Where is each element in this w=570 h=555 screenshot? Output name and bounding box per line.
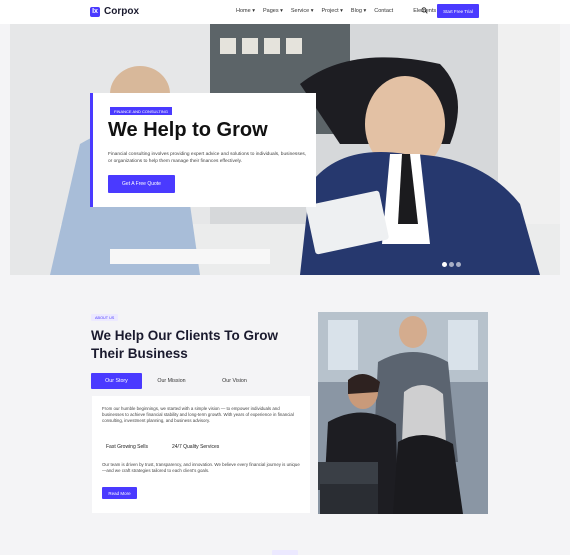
menu-item-contact[interactable]: Contact [374,8,393,14]
tab-our-story[interactable]: Our Story [91,373,142,389]
brand-name: Corpox [104,6,139,17]
menu-item-project[interactable]: Project ▾ [322,8,343,14]
tab-our-mission[interactable]: Our Mission [146,373,197,389]
brand-logo[interactable]: Ix Corpox [90,6,139,17]
slider-dot-2[interactable] [449,262,454,267]
slider-dots [442,262,461,267]
about-team-photo [318,312,488,514]
get-free-quote-button[interactable]: Get A Free Quote [108,175,175,193]
top-navbar: Ix Corpox Home ▾ Pages ▾ Service ▾ Proje… [0,0,570,24]
hero-section: FINANCE AND CONSULTING We Help to Grow F… [10,24,560,275]
slider-dot-1[interactable] [442,262,447,267]
feature-quality-services: 24/7 Quality Services [172,444,220,450]
tab-our-vision[interactable]: Our Vision [209,373,260,389]
main-menu: Home ▾ Pages ▾ Service ▾ Project ▾ Blog … [236,8,448,14]
next-section-badge [272,550,298,555]
hero-description: Financial consulting involves providing … [108,152,307,164]
search-icon[interactable] [421,7,428,14]
about-badge: ABOUT US [91,314,119,321]
read-more-button[interactable]: Read More [102,487,137,499]
feature-fast-growing: Fast Growing Sells [106,444,148,450]
about-title: We Help Our Clients To Grow Their Busine… [91,328,279,361]
hero-title: We Help to Grow [108,119,268,141]
about-tab-panel: From our humble beginnings, we started w… [92,396,310,513]
menu-item-service[interactable]: Service ▾ [291,8,314,14]
brand-mark-icon: Ix [90,6,100,17]
team-photo-illustration [318,312,488,514]
menu-item-pages[interactable]: Pages ▾ [263,8,283,14]
about-paragraph-2: Our team is driven by trust, transparenc… [102,462,300,474]
hero-badge: FINANCE AND CONSULTING [110,107,172,115]
slider-dot-3[interactable] [456,262,461,267]
hero-card: FINANCE AND CONSULTING We Help to Grow F… [90,93,316,207]
menu-item-home[interactable]: Home ▾ [236,8,255,14]
menu-item-blog[interactable]: Blog ▾ [351,8,366,14]
start-free-trial-button[interactable]: Start Free Trial [437,4,479,18]
about-paragraph-1: From our humble beginnings, we started w… [102,406,294,424]
about-tabs: Our Story Our Mission Our Vision [91,373,264,389]
